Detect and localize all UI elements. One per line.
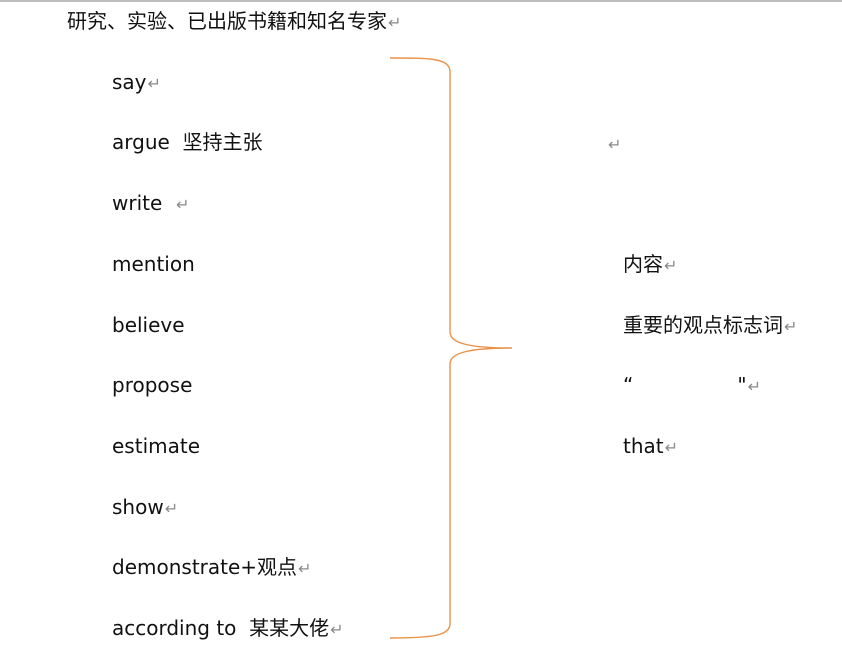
right-quote-line: “ "↵: [623, 373, 761, 397]
verb-text: propose: [112, 373, 193, 397]
indicator-label: 重要的观点标志词: [623, 313, 783, 337]
verb-text: argue 坚持主张: [112, 130, 263, 154]
paragraph-mark-icon: ↵: [664, 438, 679, 457]
verb-text: show: [112, 495, 164, 519]
content-label: 内容: [623, 252, 663, 276]
right-indicator-line: 重要的观点标志词↵: [623, 313, 797, 337]
brace-path: [389, 57, 513, 639]
verb-text: demonstrate+观点: [112, 555, 298, 579]
verb-line-estimate: estimate: [112, 434, 200, 458]
right-content-line: 内容↵: [623, 252, 677, 276]
verb-line-propose: propose: [112, 373, 192, 397]
heading-text: 研究、实验、已出版书籍和知名专家: [67, 9, 387, 33]
verb-text: according to 某某大佬: [112, 616, 330, 640]
verb-text: write: [112, 191, 175, 215]
paragraph-mark-icon: ↵: [147, 74, 161, 93]
verb-text: estimate: [112, 434, 201, 458]
verb-line-believe: believe: [112, 313, 185, 337]
verb-line-show: show↵: [112, 495, 178, 519]
heading-line: 研究、实验、已出版书籍和知名专家↵: [67, 9, 401, 33]
paragraph-mark-icon: ↵: [176, 195, 190, 214]
verb-line-write: write ↵: [112, 191, 189, 215]
that-label: that: [623, 434, 664, 458]
verb-line-according-to: according to 某某大佬↵: [112, 616, 344, 640]
close-quote: ": [737, 373, 747, 397]
verb-text: say: [112, 70, 147, 94]
verb-line-demonstrate: demonstrate+观点↵: [112, 555, 311, 579]
paragraph-mark-icon: ↵: [664, 256, 678, 275]
verb-line-mention: mention: [112, 252, 195, 276]
verb-line-argue: argue 坚持主张: [112, 130, 263, 154]
right-curly-brace: [389, 57, 513, 639]
paragraph-mark-icon: ↵: [164, 499, 179, 518]
paragraph-mark-icon: ↵: [784, 317, 798, 336]
page-top-border: [0, 0, 842, 2]
open-quote: “: [623, 373, 634, 397]
right-empty-line: ↵: [607, 131, 621, 155]
verb-line-say: say↵: [112, 70, 161, 94]
paragraph-mark-icon: ↵: [747, 377, 761, 396]
paragraph-mark-icon: ↵: [608, 135, 622, 154]
paragraph-mark-icon: ↵: [298, 559, 312, 578]
verb-text: mention: [112, 252, 195, 276]
verb-text: believe: [112, 313, 185, 337]
paragraph-mark-icon: ↵: [388, 13, 402, 32]
right-that-line: that↵: [623, 434, 678, 458]
paragraph-mark-icon: ↵: [330, 620, 344, 639]
